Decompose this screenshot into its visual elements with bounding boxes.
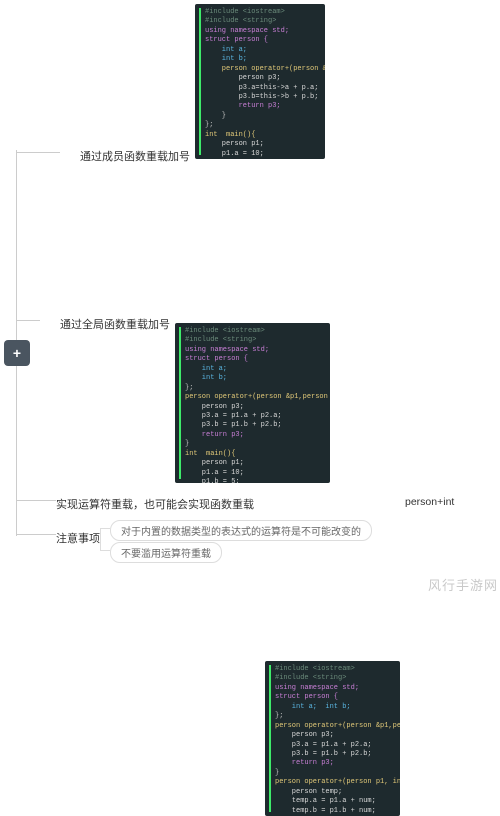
code-line: temp.b = p1.b + num; bbox=[275, 807, 396, 816]
code-line: return p3; bbox=[205, 102, 321, 111]
branch2-code-block: #include <iostream>#include <string>usin… bbox=[175, 323, 330, 483]
code-line: person p3; bbox=[205, 74, 321, 83]
connector bbox=[16, 366, 17, 536]
code-line: person operator+(person &p1,person &p2){ bbox=[275, 722, 396, 731]
code-line: p1.b = 5; bbox=[185, 478, 326, 483]
code-line: #include <iostream> bbox=[275, 665, 396, 674]
code-line: p3.a = p1.a + p2.a; bbox=[185, 412, 326, 421]
code-line: person operator+(person &p){ bbox=[205, 65, 321, 74]
code-line: p3.b = p1.b + p2.b; bbox=[185, 421, 326, 430]
code-line: int a; bbox=[205, 46, 321, 55]
branch2-label: 通过全局函数重载加号 bbox=[40, 316, 170, 332]
connector bbox=[16, 534, 56, 535]
connector bbox=[100, 550, 110, 551]
code-line: } bbox=[185, 440, 326, 449]
code-line: p3.a = p1.a + p2.a; bbox=[275, 741, 396, 750]
code-line: }; bbox=[275, 712, 396, 721]
code-line: }; bbox=[205, 121, 321, 130]
root-plus-symbol: + bbox=[13, 345, 21, 361]
code-line: person temp; bbox=[275, 788, 396, 797]
code-line: person p3; bbox=[275, 731, 396, 740]
branch3-label: 实现运算符重载，也可能会实现函数重载 bbox=[56, 496, 276, 512]
connector bbox=[100, 528, 101, 550]
code-line: p1.a = 10; bbox=[205, 150, 321, 159]
branch3-code-block: #include <iostream>#include <string>usin… bbox=[265, 661, 400, 816]
branch1-code-block: #include <iostream>#include <string>usin… bbox=[195, 4, 325, 159]
code-line: #include <iostream> bbox=[185, 327, 326, 336]
code-line: #include <iostream> bbox=[205, 8, 321, 17]
code-line: int a; bbox=[185, 365, 326, 374]
connector bbox=[100, 528, 110, 529]
branch3-extra-label: person+int bbox=[405, 496, 495, 508]
code-line: #include <string> bbox=[275, 674, 396, 683]
code-line: using namespace std; bbox=[205, 27, 321, 36]
code-line: p3.b=this->b + p.b; bbox=[205, 93, 321, 102]
code-line: using namespace std; bbox=[185, 346, 326, 355]
code-line: int a; int b; bbox=[275, 703, 396, 712]
code-line: temp.a = p1.a + num; bbox=[275, 797, 396, 806]
code-line: int b; bbox=[185, 374, 326, 383]
code-line: person p1; bbox=[205, 140, 321, 149]
code-line: struct person { bbox=[185, 355, 326, 364]
code-line: struct person { bbox=[275, 693, 396, 702]
code-line: person operator+(person &p1,person &p2){ bbox=[185, 393, 326, 402]
code-line: struct person { bbox=[205, 36, 321, 45]
code-line: #include <string> bbox=[185, 336, 326, 345]
connector bbox=[16, 500, 56, 501]
watermark-text: 风行手游网 bbox=[428, 575, 498, 594]
code-line: }; bbox=[185, 384, 326, 393]
code-line: } bbox=[205, 112, 321, 121]
branch4-label: 注意事项 bbox=[56, 530, 100, 546]
connector bbox=[16, 152, 60, 153]
code-line: int b; bbox=[205, 55, 321, 64]
connector bbox=[16, 320, 40, 321]
code-line: p1.a = 10; bbox=[185, 469, 326, 478]
branch1-label: 通过成员函数重载加号 bbox=[60, 148, 190, 164]
code-line: p3.b = p1.b + p2.b; bbox=[275, 750, 396, 759]
code-line: p3.a=this->a + p.a; bbox=[205, 84, 321, 93]
code-line: person p1; bbox=[185, 459, 326, 468]
code-line: return p3; bbox=[185, 431, 326, 440]
branch4-note-b: 不要滥用运算符重载 bbox=[110, 542, 222, 563]
code-line: int main(){ bbox=[185, 450, 326, 459]
code-line: int main(){ bbox=[205, 131, 321, 140]
code-line: using namespace std; bbox=[275, 684, 396, 693]
code-line: #include <string> bbox=[205, 17, 321, 26]
code-line: person operator+(person p1, int num){ bbox=[275, 778, 396, 787]
code-line: person p3; bbox=[185, 403, 326, 412]
root-plus-node[interactable]: + bbox=[4, 340, 30, 366]
branch4-note-a: 对于内置的数据类型的表达式的运算符是不可能改变的 bbox=[110, 520, 372, 541]
connector bbox=[16, 150, 17, 340]
code-line: } bbox=[275, 769, 396, 778]
code-line: return p3; bbox=[275, 759, 396, 768]
